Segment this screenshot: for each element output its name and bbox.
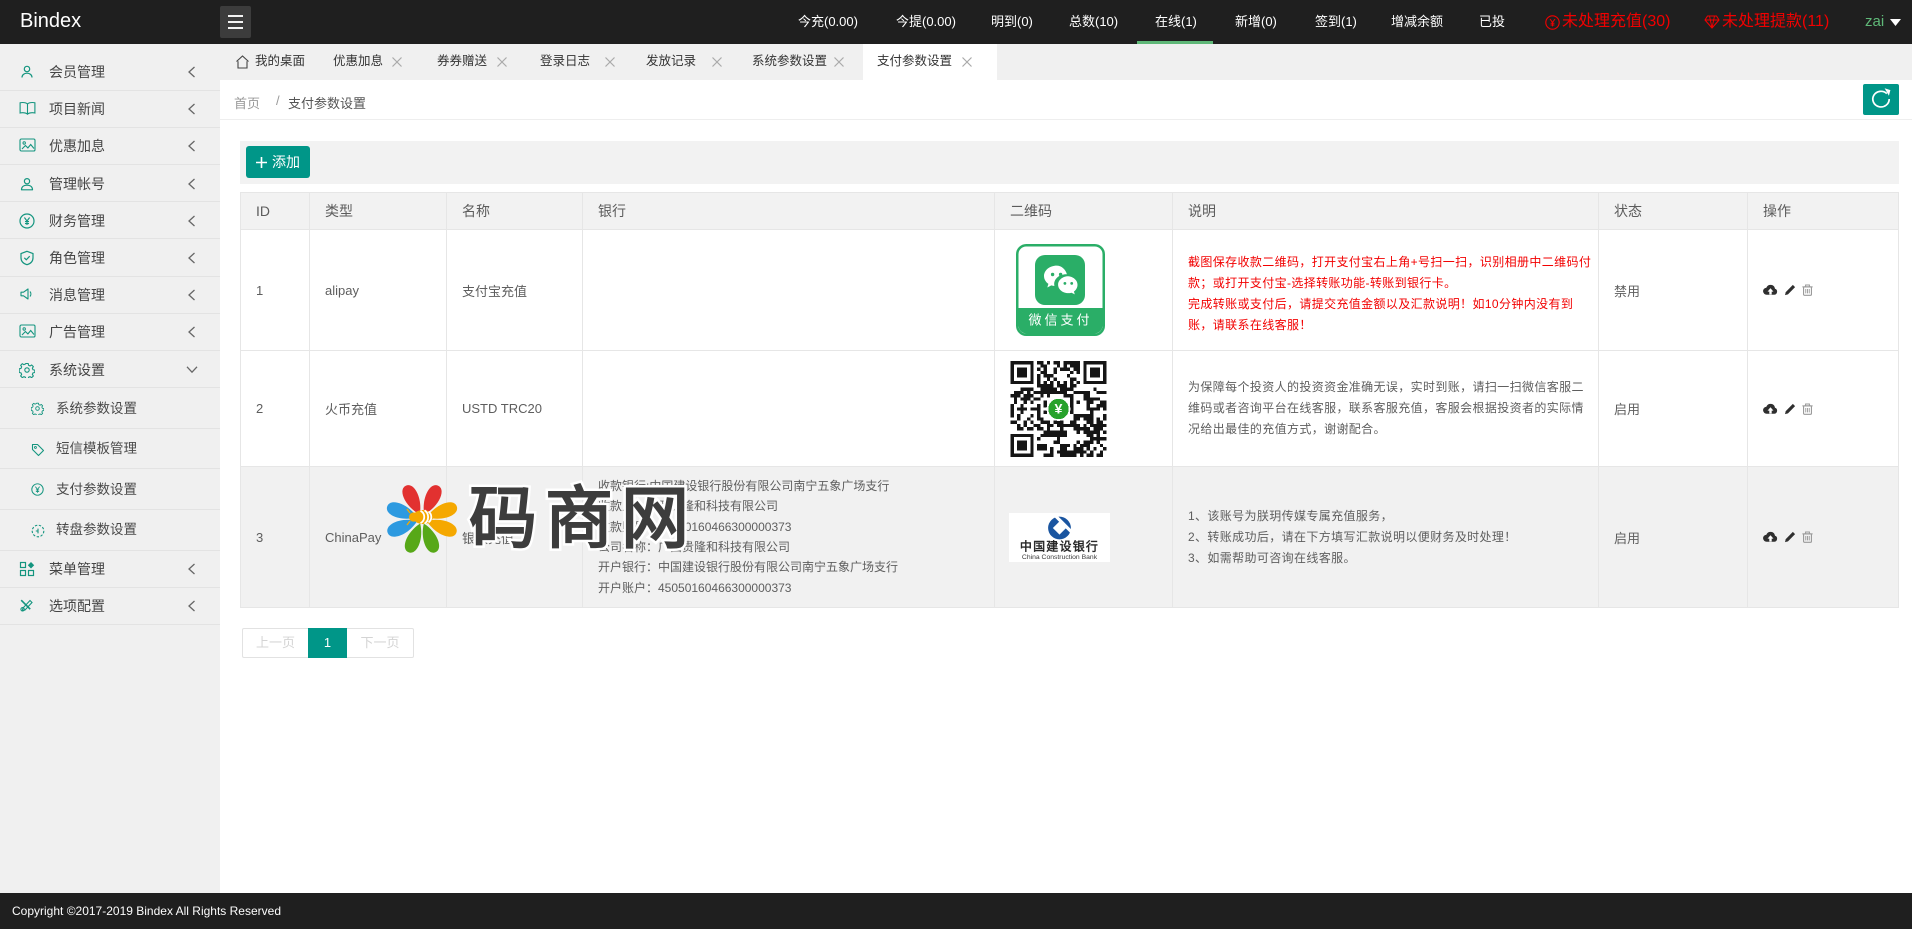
svg-text:微信支付: 微信支付 — [1028, 313, 1092, 328]
svg-text:中国建设银行: 中国建设银行 — [1020, 538, 1099, 553]
svg-text:¥: ¥ — [1055, 401, 1063, 417]
svg-text:China Construction Bank: China Construction Bank — [1022, 554, 1098, 561]
